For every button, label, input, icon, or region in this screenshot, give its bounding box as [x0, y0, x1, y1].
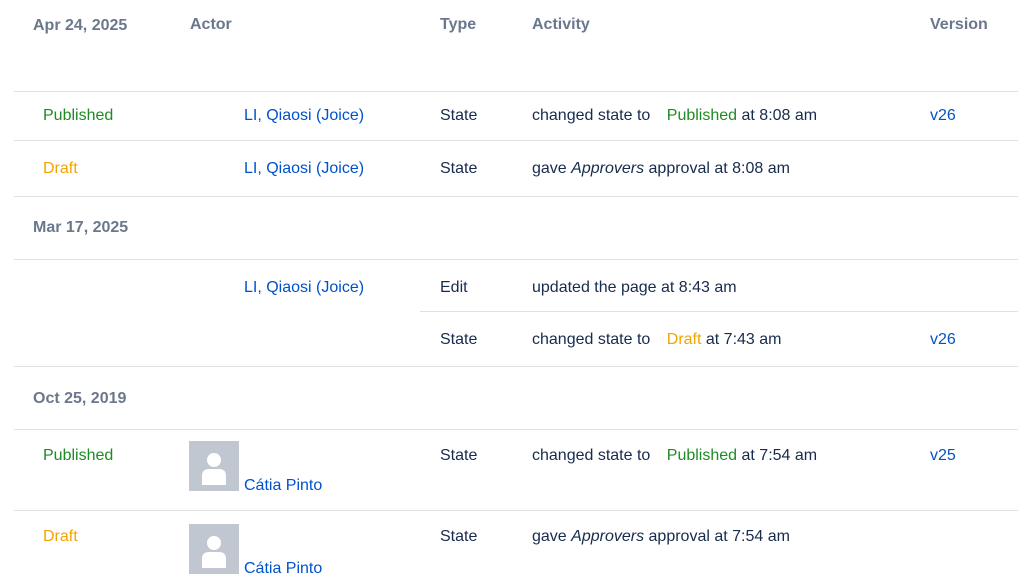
activity-suffix: at 7:54 am	[741, 447, 818, 464]
activity-type: State	[440, 107, 478, 124]
version-column-header: Version	[930, 16, 988, 33]
activity-status: Published	[666, 447, 738, 464]
activity-prefix: gave	[532, 160, 567, 177]
activity-suffix: approval at 7:54 am	[648, 528, 790, 545]
divider	[14, 510, 1018, 511]
activity-text: changed state to Draft at 7:43 am	[532, 331, 782, 349]
divider	[14, 140, 1018, 141]
activity-text: changed state to Published at 7:54 am	[532, 447, 817, 465]
default-avatar-icon	[189, 524, 239, 574]
date-group-header: Mar 17, 2025	[33, 219, 129, 236]
activity-prefix: changed state to	[532, 331, 651, 348]
activity-prefix: changed state to	[532, 447, 651, 464]
state-label-draft: Draft	[43, 160, 78, 177]
activity-type: State	[440, 331, 478, 348]
actor-link[interactable]: LI, Qiaosi (Joice)	[244, 279, 364, 297]
default-avatar-icon	[189, 441, 239, 491]
activity-italic: Approvers	[571, 528, 645, 545]
activity-type: State	[440, 447, 478, 464]
divider	[14, 366, 1018, 367]
divider	[14, 259, 1018, 260]
activity-type: Edit	[440, 279, 468, 296]
activity-status: Published	[666, 107, 738, 124]
activity-text: gave Approvers approval at 7:54 am	[532, 528, 790, 546]
activity-suffix: at 7:43 am	[705, 331, 782, 348]
divider	[420, 311, 1018, 312]
divider	[14, 91, 1018, 92]
date-group-header: Oct 25, 2019	[33, 390, 127, 407]
date-header: Apr 24, 2025	[33, 17, 128, 34]
version-link[interactable]: v26	[930, 331, 956, 349]
divider	[14, 429, 1018, 430]
activity-type: State	[440, 160, 478, 177]
activity-prefix: changed state to	[532, 107, 651, 124]
activity-type: State	[440, 528, 478, 545]
actor-link[interactable]: LI, Qiaosi (Joice)	[244, 160, 364, 178]
state-label-draft: Draft	[43, 528, 78, 545]
state-label-published: Published	[43, 447, 114, 464]
activity-italic: Approvers	[571, 160, 645, 177]
actor-link[interactable]: Cátia Pinto	[244, 477, 322, 495]
activity-column-header: Activity	[532, 16, 590, 33]
activity-status: Draft	[666, 331, 702, 348]
divider	[14, 196, 1018, 197]
actor-column-header: Actor	[190, 16, 232, 33]
version-link[interactable]: v26	[930, 107, 956, 125]
activity-prefix: gave	[532, 528, 567, 545]
actor-link[interactable]: Cátia Pinto	[244, 560, 322, 578]
activity-text: updated the page at 8:43 am	[532, 279, 737, 296]
type-column-header: Type	[440, 16, 477, 33]
actor-link[interactable]: LI, Qiaosi (Joice)	[244, 107, 364, 125]
activity-text: gave Approvers approval at 8:08 am	[532, 160, 790, 178]
state-label-published: Published	[43, 107, 114, 124]
activity-suffix: at 8:08 am	[741, 107, 818, 124]
version-link[interactable]: v25	[930, 447, 956, 465]
activity-text: changed state to Published at 8:08 am	[532, 107, 817, 125]
activity-suffix: approval at 8:08 am	[648, 160, 790, 177]
